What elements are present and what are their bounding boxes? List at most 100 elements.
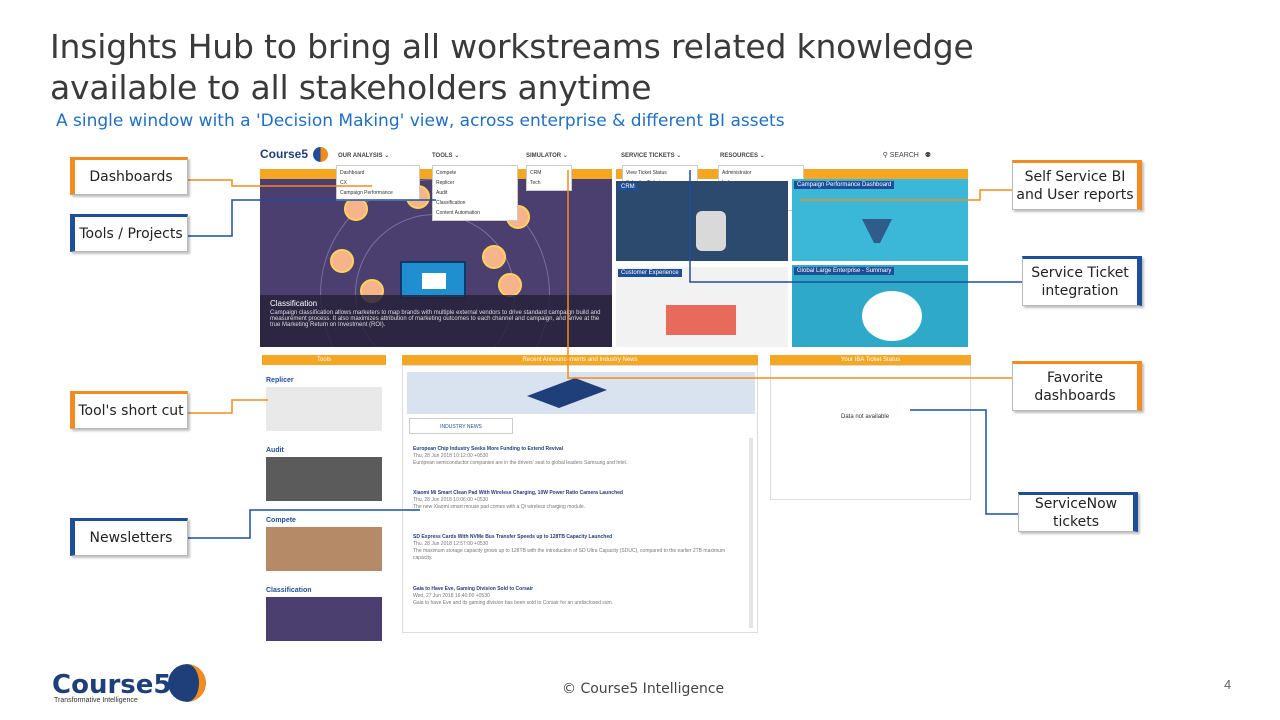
tile-campaign-dashboard[interactable]: Campaign Performance Dashboard bbox=[792, 179, 968, 261]
hero-caption-title: Classification bbox=[270, 299, 318, 308]
nav-service-tickets[interactable]: SERVICE TICKETS ⌄ bbox=[621, 152, 681, 159]
news-item-body: European semiconductor companies are in … bbox=[413, 460, 628, 466]
callout-service-ticket-line2: integration bbox=[1041, 283, 1119, 299]
analysis-dropdown[interactable]: Dashboard CX Campaign Performance bbox=[336, 165, 420, 201]
tools-menu-item[interactable]: Content Automation bbox=[436, 208, 514, 218]
tile-label: CRM bbox=[618, 183, 638, 191]
hero-caption: Classification Campaign classification a… bbox=[260, 295, 612, 347]
resources-menu-item[interactable]: Administrator bbox=[722, 168, 800, 178]
callout-favorite: Favorite dashboards bbox=[1012, 361, 1142, 411]
touch-hand-icon bbox=[696, 211, 726, 251]
tools-menu-item[interactable]: Compete bbox=[436, 168, 514, 178]
user-icon[interactable]: ⚉ bbox=[925, 152, 931, 159]
news-tab-industry[interactable]: INDUSTRY NEWS bbox=[409, 418, 513, 434]
nav-search-label: SEARCH bbox=[889, 152, 919, 159]
simulator-menu-item[interactable]: Tech bbox=[530, 178, 568, 188]
news-item-title[interactable]: Xiaomi Mi Smart Clean Pad With Wireless … bbox=[413, 490, 743, 497]
analysis-menu-item[interactable]: Campaign Performance bbox=[340, 188, 416, 198]
tool-name[interactable]: Replicer bbox=[266, 377, 382, 387]
callout-self-service-line1: Self Service BI bbox=[1024, 169, 1126, 185]
tool-thumbnail[interactable] bbox=[266, 387, 382, 431]
tools-menu-item[interactable]: Replicer bbox=[436, 178, 514, 188]
callout-tools-shortcut: Tool's short cut bbox=[70, 391, 188, 429]
news-header: Recent Announcements and Industry News bbox=[402, 355, 758, 365]
news-scrollbar[interactable] bbox=[749, 438, 753, 628]
callout-favorite-line2: dashboards bbox=[1034, 388, 1116, 404]
news-item[interactable]: SD Express Cards With NVMe Bus Transfer … bbox=[413, 534, 743, 562]
simulator-dropdown[interactable]: CRM Tech bbox=[526, 165, 572, 191]
nav-our-analysis[interactable]: OUR ANALYSIS ⌄ bbox=[338, 152, 389, 159]
news-item-title[interactable]: Gaia to Have Eve, Gaming Division Sold t… bbox=[413, 586, 743, 593]
globe-icon bbox=[862, 291, 922, 341]
tool-thumbnail[interactable] bbox=[266, 527, 382, 571]
tool-classification[interactable]: Classification bbox=[266, 587, 382, 641]
tool-name[interactable]: Classification bbox=[266, 587, 382, 597]
tool-name[interactable]: Audit bbox=[266, 447, 382, 457]
slide-title-line2: available to all stakeholders anytime bbox=[50, 68, 652, 107]
tile-customer-experience[interactable]: Customer Experience bbox=[616, 267, 788, 347]
tile-global-enterprise[interactable]: Global Large Enterprise - Summary bbox=[792, 265, 968, 347]
news-item-body: Gaia to have Eve and its gaming division… bbox=[413, 600, 614, 606]
news-item-body: The new Xiaomi smart mouse pad comes wit… bbox=[413, 504, 586, 510]
slide-subtitle: A single window with a 'Decision Making'… bbox=[56, 111, 785, 131]
analysis-menu-item[interactable]: Dashboard bbox=[340, 168, 416, 178]
portal-logo-mark-icon bbox=[313, 147, 328, 162]
tile-label: Customer Experience bbox=[618, 269, 682, 277]
tools-menu-item[interactable]: Audit bbox=[436, 188, 514, 198]
news-item-date: Wed, 27 Jun 2018 16:40:00 +0530 bbox=[413, 593, 490, 599]
ticket-panel: Data not available bbox=[770, 365, 971, 500]
portal-screenshot: Course5 OUR ANALYSIS ⌄ TOOLS ⌄ SIMULATOR… bbox=[258, 143, 971, 653]
callout-dashboards: Dashboards bbox=[70, 157, 188, 195]
news-panel: INDUSTRY NEWS European Chip Industry See… bbox=[402, 365, 758, 633]
callout-service-ticket-line1: Service Ticket bbox=[1031, 265, 1129, 281]
portal-logo[interactable]: Course5 bbox=[260, 147, 308, 161]
news-item[interactable]: Xiaomi Mi Smart Clean Pad With Wireless … bbox=[413, 490, 743, 511]
nav-search[interactable]: ⚲ SEARCH ⚉ bbox=[883, 151, 931, 159]
megaphone-icon bbox=[527, 378, 607, 408]
tile-label: Campaign Performance Dashboard bbox=[794, 181, 895, 189]
slide-title-line1: Insights Hub to bring all workstreams re… bbox=[50, 27, 974, 66]
tile-crm[interactable]: CRM bbox=[616, 181, 788, 261]
news-item-title[interactable]: SD Express Cards With NVMe Bus Transfer … bbox=[413, 534, 743, 541]
nav-tools[interactable]: TOOLS ⌄ bbox=[432, 152, 459, 159]
tool-name[interactable]: Compete bbox=[266, 517, 382, 527]
envelope-icon bbox=[400, 261, 466, 299]
tools-menu-item[interactable]: Classification bbox=[436, 198, 514, 208]
tool-thumbnail[interactable] bbox=[266, 457, 382, 501]
connector-shortcut bbox=[188, 399, 268, 414]
news-item[interactable]: European Chip Industry Seeks More Fundin… bbox=[413, 446, 743, 467]
brand-name: Course5 bbox=[52, 670, 172, 700]
store-icon bbox=[666, 305, 736, 335]
tool-compete[interactable]: Compete bbox=[266, 517, 382, 571]
page-number: 4 bbox=[1224, 677, 1232, 692]
brand-logo-icon bbox=[168, 664, 206, 702]
callout-self-service: Self Service BI and User reports bbox=[1012, 160, 1142, 210]
funnel-icon bbox=[862, 219, 892, 243]
tool-audit[interactable]: Audit bbox=[266, 447, 382, 501]
tools-dropdown[interactable]: Compete Replicer Audit Classification Co… bbox=[432, 165, 518, 221]
callout-newsletters: Newsletters bbox=[70, 518, 188, 556]
callout-servicenow: ServiceNow tickets bbox=[1018, 492, 1138, 532]
callout-servicenow-line1: ServiceNow bbox=[1034, 496, 1118, 512]
nav-simulator[interactable]: SIMULATOR ⌄ bbox=[526, 152, 568, 159]
news-item-date: Thu, 28 Jun 2018 12:57:00 +0530 bbox=[413, 541, 489, 547]
analysis-menu-item[interactable]: CX bbox=[340, 178, 416, 188]
tool-thumbnail[interactable] bbox=[266, 597, 382, 641]
avatar-icon bbox=[330, 249, 354, 273]
news-item-body: The maximum storage capacity grows up to… bbox=[413, 548, 726, 561]
news-item[interactable]: Gaia to Have Eve, Gaming Division Sold t… bbox=[413, 586, 743, 607]
hero-caption-text: Campaign classification allows marketers… bbox=[270, 310, 601, 328]
nav-resources[interactable]: RESOURCES ⌄ bbox=[720, 152, 765, 159]
simulator-menu-item[interactable]: CRM bbox=[530, 168, 568, 178]
callout-service-ticket: Service Ticket integration bbox=[1022, 256, 1142, 306]
callout-self-service-line2: and User reports bbox=[1016, 187, 1134, 203]
tool-replicer[interactable]: Replicer bbox=[266, 377, 382, 431]
avatar-icon bbox=[498, 273, 522, 297]
news-banner bbox=[407, 372, 755, 414]
news-item-title[interactable]: European Chip Industry Seeks More Fundin… bbox=[413, 446, 743, 453]
tickets-menu-item[interactable]: View Ticket Status bbox=[626, 168, 694, 178]
portal-nav: Course5 OUR ANALYSIS ⌄ TOOLS ⌄ SIMULATOR… bbox=[258, 143, 971, 167]
ticket-status-text: Data not available bbox=[841, 414, 890, 420]
footer-copyright: © Course5 Intelligence bbox=[562, 681, 725, 697]
callout-servicenow-line2: tickets bbox=[1052, 514, 1100, 530]
